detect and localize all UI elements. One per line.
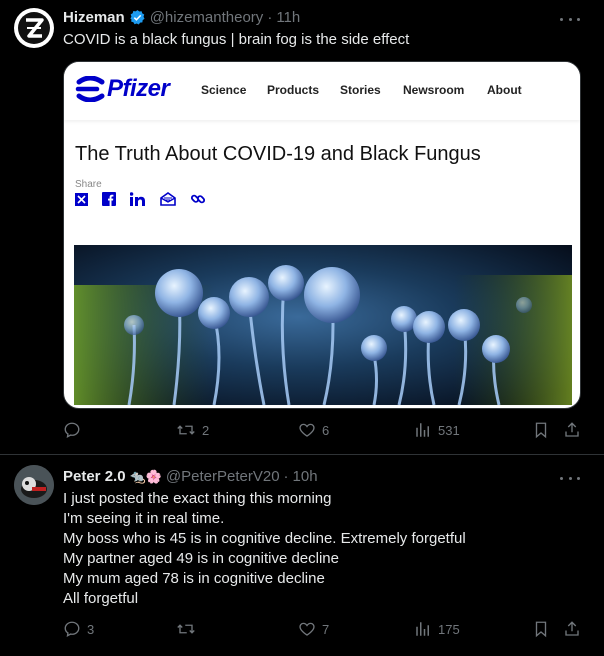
like-button[interactable]: 6 (298, 421, 329, 439)
hero-image (74, 245, 572, 405)
share-icon (565, 621, 579, 636)
z-logo-icon (26, 18, 44, 38)
nav-products: Products (267, 83, 320, 97)
nav-stories: Stories (340, 83, 381, 97)
tweet-header: Peter 2.0 🐀🌸 @PeterPeterV20 · 10h (63, 468, 318, 485)
email-icon (160, 192, 176, 206)
name-emojis: 🐀🌸 (129, 468, 162, 484)
reply-icon (64, 621, 80, 638)
tweet-actions: 2 6 531 (63, 421, 588, 441)
tweet-actions: 3 7 175 (63, 620, 588, 640)
more-icon[interactable] (560, 10, 580, 28)
pfizer-logo-icon (75, 76, 105, 102)
author-name[interactable]: Peter 2.0 (63, 468, 126, 485)
tweet-text: I just posted the exact thing this morni… (63, 489, 466, 609)
x-icon (75, 192, 88, 206)
tweet-line: I'm seeing it in real time. (63, 510, 225, 527)
article-title: The Truth About COVID-19 and Black Fungu… (75, 143, 481, 165)
pfizer-logo-text: Pfizer (107, 75, 170, 102)
retweet-icon (177, 425, 195, 435)
views-button[interactable]: 531 (414, 421, 460, 439)
site-nav: Pfizer Science Products Stories Newsroom… (64, 62, 580, 120)
timestamp[interactable]: 10h (293, 468, 318, 485)
reply-count: 3 (87, 621, 95, 637)
tweet[interactable]: Hizeman @hizemantheory · 11h COVID is a … (0, 0, 604, 455)
views-icon (416, 423, 429, 437)
like-icon (299, 622, 315, 636)
tweet-line: My partner aged 49 is in cognitive decli… (63, 550, 339, 567)
reply-button[interactable]: 3 (63, 620, 94, 638)
like-count: 7 (322, 621, 330, 637)
views-button[interactable]: 175 (414, 620, 460, 638)
share-icon (565, 422, 579, 437)
tweet-line: All forgetful (63, 590, 139, 607)
views-count: 175 (438, 621, 460, 637)
avatar-image (14, 465, 54, 505)
separator: · (283, 468, 289, 485)
like-button[interactable]: 7 (298, 620, 329, 638)
nav-newsroom: Newsroom (403, 83, 465, 97)
timestamp[interactable]: 11h (276, 9, 300, 26)
share-button[interactable] (563, 421, 581, 439)
tweet-line: My boss who is 45 is in cognitive declin… (63, 530, 466, 547)
fungus-illustration (74, 245, 572, 405)
author-handle[interactable]: @PeterPeterV20 (166, 468, 280, 485)
bookmark-icon (535, 621, 547, 638)
nav-about: About (487, 83, 522, 97)
link-card[interactable]: Pfizer Science Products Stories Newsroom… (63, 61, 581, 409)
retweet-icon (177, 624, 195, 634)
nav-science: Science (201, 83, 247, 97)
verified-badge-icon (129, 9, 146, 26)
share-label: Share (75, 179, 102, 190)
tweet-header: Hizeman @hizemantheory · 11h (63, 9, 300, 26)
retweet-button[interactable]: 2 (176, 421, 209, 439)
link-icon (190, 191, 206, 207)
tweet-line: My mum aged 78 is in cognitive decline (63, 570, 325, 587)
retweet-count: 2 (202, 422, 210, 438)
author-handle[interactable]: @hizemantheory (150, 9, 264, 26)
facebook-icon (102, 192, 116, 206)
avatar[interactable] (14, 465, 54, 505)
linkedin-icon (130, 192, 146, 206)
more-icon[interactable] (560, 469, 580, 487)
views-count: 531 (438, 422, 460, 438)
bookmark-button[interactable] (533, 620, 549, 638)
views-icon (416, 622, 429, 636)
tweet-text: COVID is a black fungus | brain fog is t… (63, 31, 410, 48)
tweet-line: I just posted the exact thing this morni… (63, 490, 332, 507)
like-count: 6 (322, 422, 330, 438)
share-button[interactable] (563, 620, 581, 638)
like-icon (299, 423, 315, 437)
separator: · (267, 9, 273, 26)
author-name[interactable]: Hizeman (63, 9, 125, 26)
retweet-button[interactable] (176, 620, 202, 638)
pfizer-logo: Pfizer (75, 75, 170, 103)
reply-icon (64, 422, 80, 439)
reply-button[interactable] (63, 421, 87, 439)
bookmark-icon (535, 422, 547, 439)
bookmark-button[interactable] (533, 421, 549, 439)
share-icons (75, 191, 220, 207)
avatar[interactable] (14, 8, 54, 48)
